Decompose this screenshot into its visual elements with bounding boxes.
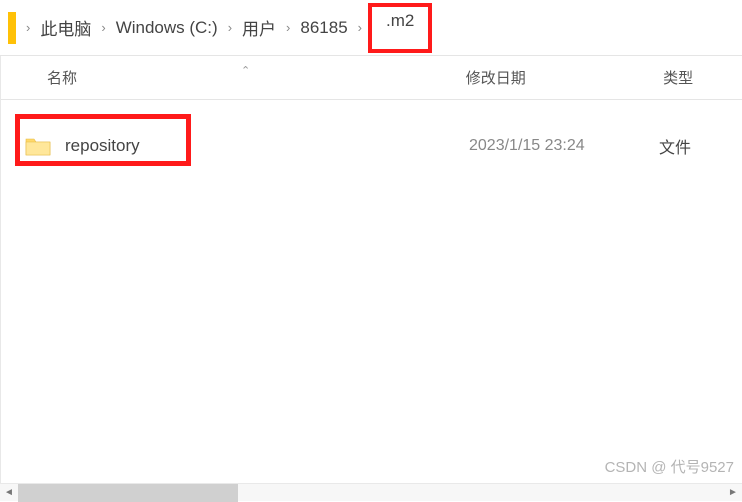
breadcrumb-item-m2[interactable]: .m2: [382, 9, 418, 32]
chevron-right-icon[interactable]: ›: [26, 20, 30, 35]
chevron-right-icon[interactable]: ›: [358, 20, 362, 35]
breadcrumb-item-users[interactable]: 用户: [238, 13, 280, 42]
scroll-right-icon[interactable]: ►: [724, 484, 742, 502]
file-row[interactable]: repository 2023/1/15 23:24 文件: [1, 116, 742, 176]
breadcrumb-item-pc[interactable]: 此电脑: [36, 13, 95, 42]
file-list: repository 2023/1/15 23:24 文件: [1, 100, 742, 176]
column-type-header[interactable]: 类型: [663, 67, 742, 88]
highlight-annotation: .m2: [368, 3, 432, 53]
chevron-right-icon[interactable]: ›: [286, 20, 290, 35]
file-name: repository: [65, 136, 425, 156]
scrollbar-thumb[interactable]: [18, 484, 238, 502]
chevron-right-icon[interactable]: ›: [228, 20, 232, 35]
breadcrumb-item-drive[interactable]: Windows (C:): [112, 16, 222, 40]
breadcrumb-item-user[interactable]: 86185: [296, 16, 351, 40]
watermark: CSDN @ 代号9527: [605, 456, 734, 477]
file-modified-date: 2023/1/15 23:24: [425, 137, 645, 155]
column-modified-header[interactable]: 修改日期: [446, 67, 663, 88]
folder-icon: [25, 136, 51, 156]
column-name-header[interactable]: 名称: [1, 67, 446, 88]
breadcrumb-edge: [8, 12, 16, 44]
horizontal-scrollbar[interactable]: ◄ ►: [0, 483, 742, 501]
scroll-left-icon[interactable]: ◄: [0, 484, 18, 502]
content-pane: 名称 ⌃ 修改日期 类型 repository 2023/1/15 23:24 …: [0, 56, 742, 483]
file-type: 文件: [645, 134, 691, 158]
columns-header: 名称 ⌃ 修改日期 类型: [1, 56, 742, 100]
breadcrumb[interactable]: › 此电脑 › Windows (C:) › 用户 › 86185 › .m2: [0, 0, 742, 56]
sort-ascending-icon: ⌃: [241, 64, 250, 77]
chevron-right-icon[interactable]: ›: [101, 20, 105, 35]
scrollbar-track[interactable]: [18, 484, 724, 502]
